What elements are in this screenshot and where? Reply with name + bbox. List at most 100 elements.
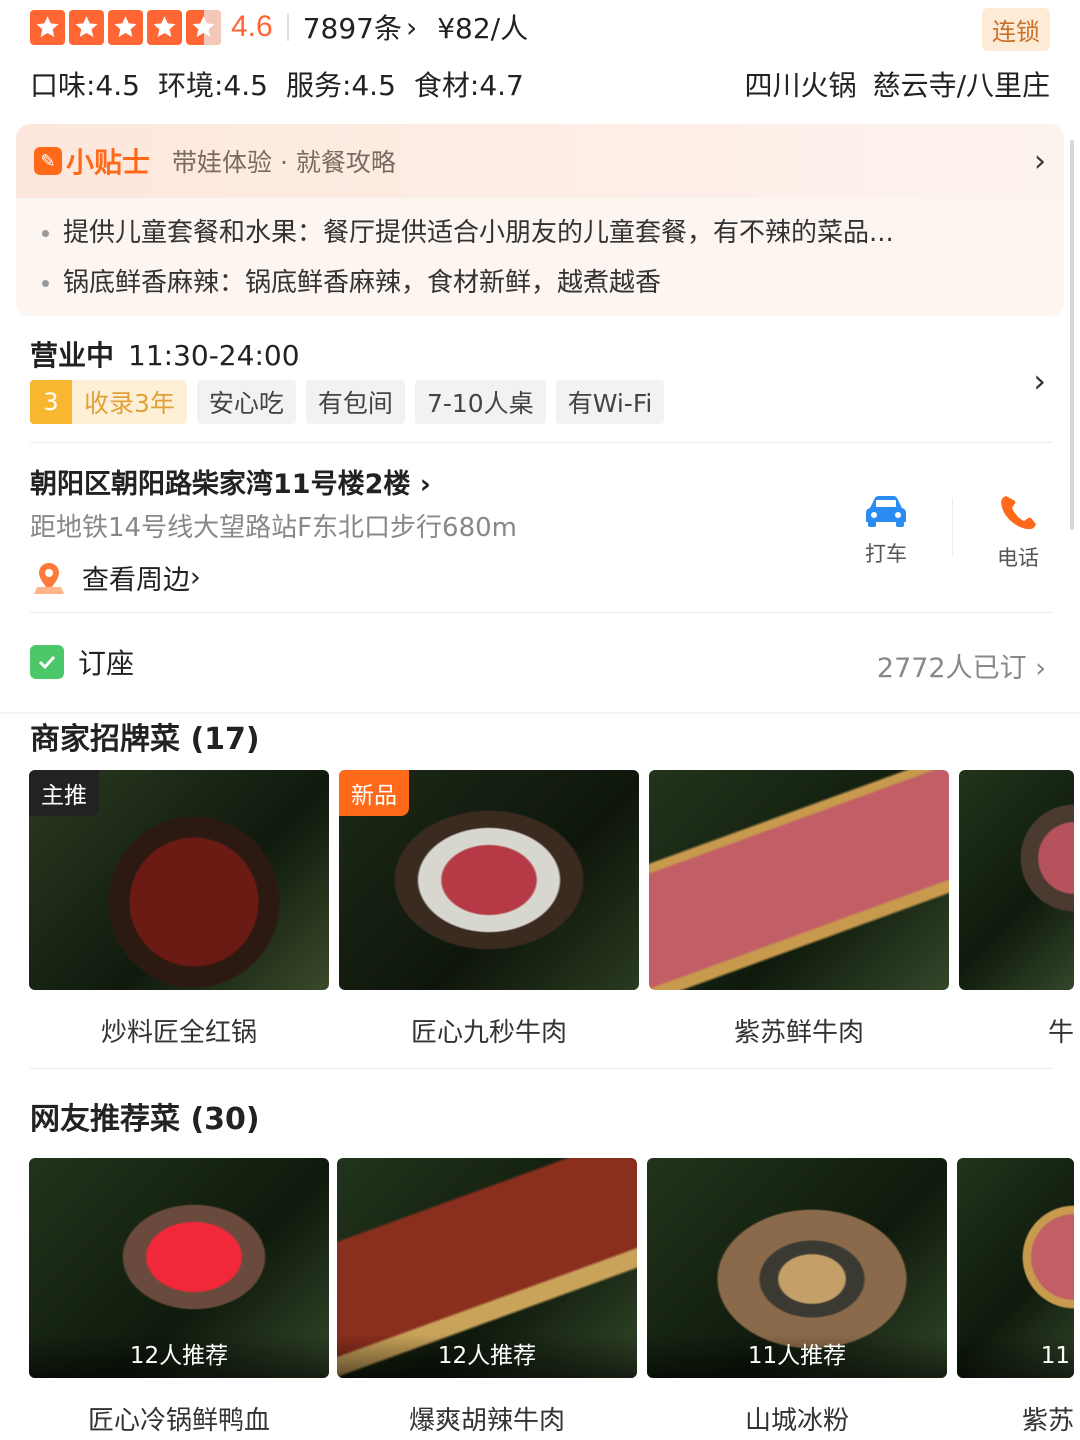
featured-badge: 主推 — [29, 770, 99, 816]
taste-score: 口味:4.5 — [30, 69, 140, 102]
dish-name: 牛 — [1047, 1018, 1074, 1048]
tag-table-size: 7-10人桌 — [414, 380, 546, 424]
tip-text: 提供儿童套餐和水果：餐厅提供适合小朋友的儿童套餐，有不辣的菜品... — [63, 218, 894, 248]
tips-title: 小贴士 — [66, 146, 151, 179]
chevron-right-icon: › — [410, 469, 431, 500]
star-icon — [108, 9, 143, 45]
dish-name: 紫苏鲜牛肉 — [733, 1018, 864, 1048]
tag-wifi: 有Wi-Fi — [555, 380, 665, 424]
dish-name: 紫苏 — [1021, 1406, 1074, 1436]
bullet-icon — [42, 280, 49, 287]
chain-badge: 连锁 — [982, 8, 1050, 51]
dish-card[interactable]: 11人推荐 山城冰粉 — [647, 1158, 947, 1437]
tip-text: 锅底鲜香麻辣：锅底鲜香麻辣，食材新鲜，越煮越香 — [63, 268, 662, 298]
service-score: 服务:4.5 — [285, 69, 396, 102]
tips-card[interactable]: ✎ 小贴士 带娃体验 · 就餐攻略 › 提供儿童套餐和水果：餐厅提供适合小朋友的… — [16, 124, 1064, 316]
reservation-row[interactable]: 订座 — [30, 642, 134, 682]
view-nearby-label: 查看周边 — [82, 565, 190, 596]
star-icon — [69, 9, 104, 45]
dish-card[interactable]: 牛 — [959, 770, 1074, 1049]
dish-card[interactable]: 新品 匠心九秒牛肉 — [339, 770, 639, 1049]
chevron-right-icon: › — [190, 562, 201, 593]
dish-photo: 11人推荐 — [647, 1158, 947, 1378]
new-badge: 新品 — [339, 770, 409, 816]
tips-icon: ✎ — [34, 147, 62, 175]
divider — [286, 13, 289, 41]
feature-tags: 3 收录3年 安心吃 有包间 7-10人桌 有Wi-Fi — [30, 380, 665, 424]
chevron-right-icon: › — [1026, 653, 1046, 684]
dish-card[interactable]: 紫苏鲜牛肉 — [649, 770, 949, 1049]
reservation-label: 订座 — [78, 647, 135, 680]
tag-safe-eat: 安心吃 — [196, 380, 296, 424]
dish-card[interactable]: 12人推荐 匠心冷锅鲜鸭血 — [29, 1158, 329, 1437]
dish-photo: 12人推荐 — [29, 1158, 329, 1378]
dish-card[interactable]: 主推 炒料匠全红锅 — [29, 770, 329, 1049]
half-star-icon — [186, 9, 221, 45]
dish-card[interactable]: 11 紫苏 — [957, 1158, 1074, 1437]
price-per-person: ¥82/人 — [437, 12, 529, 45]
phone-icon — [1001, 496, 1036, 530]
listed-years-tag: 3 收录3年 — [30, 380, 187, 424]
star-icon — [30, 9, 65, 45]
dish-name: 山城冰粉 — [744, 1406, 849, 1436]
bullet-icon — [42, 230, 49, 237]
dish-name: 爆爽胡辣牛肉 — [408, 1406, 565, 1436]
cuisine-label[interactable]: 四川火锅 — [745, 64, 857, 104]
ingredients-score: 食材:4.7 — [413, 69, 524, 102]
dish-photo — [649, 770, 949, 990]
business-hours[interactable]: 营业中 11:30-24:00 — [30, 334, 300, 374]
checkbox-icon — [30, 645, 64, 679]
review-count-link[interactable]: 7897条 — [303, 7, 402, 47]
reservation-count-link[interactable]: 2772人已订 › — [877, 646, 1046, 685]
dish-photo: 11 — [957, 1158, 1074, 1378]
dish-name: 匠心九秒牛肉 — [410, 1018, 567, 1048]
dish-card[interactable]: 12人推荐 爆爽胡辣牛肉 — [337, 1158, 637, 1437]
star-rating — [30, 9, 221, 45]
recommend-count: 12人推荐 — [29, 1334, 329, 1378]
recommend-count: 11人推荐 — [647, 1334, 947, 1378]
recommended-dishes-title[interactable]: 网友推荐菜 (30) — [30, 1094, 260, 1138]
recommend-count: 11 — [957, 1334, 1074, 1378]
address-link[interactable]: 朝阳区朝阳路柴家湾11号楼2楼 › — [30, 462, 431, 501]
divider — [30, 442, 1052, 443]
taxi-label: 打车 — [865, 542, 907, 566]
divider — [30, 612, 1052, 613]
car-icon — [866, 496, 906, 527]
sub-scores: 口味:4.5 环境:4.5 服务:4.5 食材:4.7 四川火锅 慈云寺/八里庄 — [30, 62, 1050, 106]
recommend-count: 12人推荐 — [337, 1334, 637, 1378]
dish-name: 炒料匠全红锅 — [100, 1018, 257, 1048]
years-label: 收录3年 — [72, 380, 187, 424]
tips-subtitle: 带娃体验 · 就餐攻略 — [172, 148, 396, 177]
open-time: 11:30-24:00 — [128, 339, 300, 372]
dish-name: 匠心冷锅鲜鸭血 — [87, 1406, 270, 1436]
dish-photo: 新品 — [339, 770, 639, 990]
phone-label: 电话 — [997, 546, 1039, 570]
location-pin-icon — [34, 562, 64, 594]
rating-row: 4.6 7897条 › ¥82/人 连锁 — [30, 6, 1050, 51]
dish-photo: 12人推荐 — [337, 1158, 637, 1378]
chevron-right-icon[interactable]: › — [1033, 362, 1046, 400]
reservation-count: 2772人已订 — [876, 653, 1027, 684]
chevron-right-icon[interactable]: › — [406, 11, 417, 44]
phone-button[interactable]: 电话 — [978, 494, 1058, 572]
divider — [952, 498, 953, 556]
address-text: 朝阳区朝阳路柴家湾11号楼2楼 — [30, 469, 411, 500]
dish-photo — [959, 770, 1074, 990]
area-label[interactable]: 慈云寺/八里庄 — [873, 64, 1050, 104]
environment-score: 环境:4.5 — [157, 69, 268, 102]
divider — [30, 1068, 1052, 1069]
chevron-right-icon[interactable]: › — [1034, 144, 1046, 179]
scrollbar[interactable] — [1070, 140, 1074, 530]
tip-item: 锅底鲜香麻辣：锅底鲜香麻辣，食材新鲜，越煮越香 — [42, 262, 661, 299]
metro-distance: 距地铁14号线大望路站F东北口步行680m — [30, 513, 517, 543]
tips-logo: ✎ 小贴士 — [34, 141, 150, 181]
star-icon — [147, 9, 182, 45]
rating-score: 4.6 — [231, 10, 273, 43]
taxi-button[interactable]: 打车 — [846, 494, 926, 568]
signature-dishes-title[interactable]: 商家招牌菜 (17) — [30, 714, 260, 758]
tips-header[interactable]: ✎ 小贴士 带娃体验 · 就餐攻略 › — [16, 124, 1064, 198]
view-nearby-link[interactable]: 查看周边 › — [34, 558, 201, 597]
tag-private-room: 有包间 — [305, 380, 405, 424]
years-number: 3 — [30, 380, 72, 424]
dish-photo: 主推 — [29, 770, 329, 990]
